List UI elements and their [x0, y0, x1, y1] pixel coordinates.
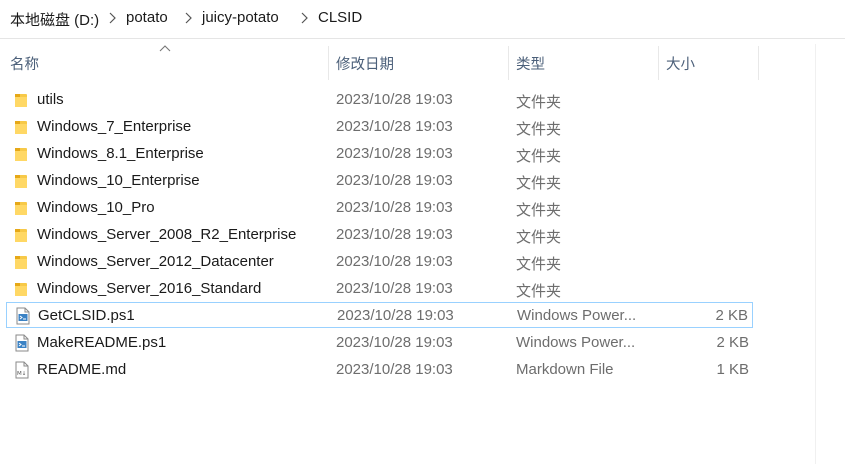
chevron-right-icon: [185, 12, 192, 24]
column-header-name[interactable]: 名称: [10, 53, 39, 74]
column-divider[interactable]: [328, 46, 329, 80]
file-date: 2023/10/28 19:03: [336, 199, 453, 216]
file-name: README.md: [37, 361, 127, 378]
powershell-script-icon: [15, 307, 30, 325]
file-type: 文件夹: [516, 256, 562, 273]
file-date: 2023/10/28 19:03: [336, 172, 453, 189]
svg-text:M↓: M↓: [17, 370, 26, 377]
file-date: 2023/10/28 19:03: [336, 361, 453, 378]
file-date: 2023/10/28 19:03: [336, 91, 453, 108]
powershell-script-icon: [14, 334, 29, 352]
column-header-date[interactable]: 修改日期: [336, 53, 394, 74]
file-type: 文件夹: [516, 283, 562, 300]
folder-icon: [14, 172, 28, 190]
file-name: Windows_Server_2012_Datacenter: [37, 253, 274, 270]
file-size: 2 KB: [715, 307, 748, 324]
pane-divider: [815, 44, 816, 464]
file-name: Windows_10_Pro: [37, 199, 155, 216]
file-row[interactable]: Windows_7_Enterprise 2023/10/28 19:03 文件…: [6, 114, 753, 140]
markdown-file-icon: M↓: [14, 361, 29, 379]
column-divider[interactable]: [658, 46, 659, 80]
file-row-selected[interactable]: GetCLSID.ps1 2023/10/28 19:03 Windows Po…: [6, 302, 753, 328]
folder-icon: [14, 199, 28, 217]
breadcrumb-item-juicy-potato[interactable]: juicy-potato: [202, 9, 279, 26]
folder-icon: [14, 91, 28, 109]
chevron-right-icon: [109, 12, 116, 24]
folder-icon: [14, 253, 28, 271]
breadcrumb: 本地磁盘 (D:) potato juicy-potato CLSID: [0, 0, 845, 39]
file-name: utils: [37, 91, 64, 108]
file-name: Windows_10_Enterprise: [37, 172, 200, 189]
folder-icon: [14, 145, 28, 163]
file-name: Windows_Server_2016_Standard: [37, 280, 262, 297]
file-date: 2023/10/28 19:03: [336, 226, 453, 243]
file-row[interactable]: Windows_Server_2008_R2_Enterprise 2023/1…: [6, 222, 753, 248]
file-row[interactable]: Windows_10_Enterprise 2023/10/28 19:03 文…: [6, 168, 753, 194]
file-date: 2023/10/28 19:03: [336, 253, 453, 270]
file-name: Windows_7_Enterprise: [37, 118, 192, 135]
chevron-right-icon: [301, 12, 308, 24]
file-type: 文件夹: [516, 148, 562, 165]
file-name: MakeREADME.ps1: [37, 334, 167, 351]
file-row[interactable]: utils 2023/10/28 19:03 文件夹: [6, 87, 753, 113]
breadcrumb-item-clsid[interactable]: CLSID: [318, 9, 362, 26]
column-divider[interactable]: [508, 46, 509, 80]
file-date: 2023/10/28 19:03: [336, 118, 453, 135]
file-name: GetCLSID.ps1: [38, 307, 135, 324]
column-divider[interactable]: [758, 46, 759, 80]
folder-icon: [14, 226, 28, 244]
file-row[interactable]: Windows_10_Pro 2023/10/28 19:03 文件夹: [6, 195, 753, 221]
column-header-size[interactable]: 大小: [666, 53, 695, 74]
folder-icon: [14, 118, 28, 136]
file-type: 文件夹: [516, 202, 562, 219]
file-date: 2023/10/28 19:03: [336, 280, 453, 297]
file-type: Windows Power...: [517, 307, 637, 324]
breadcrumb-item-potato[interactable]: potato: [126, 9, 168, 26]
file-row[interactable]: Windows_Server_2016_Standard 2023/10/28 …: [6, 276, 753, 302]
file-date: 2023/10/28 19:03: [336, 334, 453, 351]
file-row[interactable]: M↓ README.md 2023/10/28 19:03 Markdown F…: [6, 357, 753, 383]
file-type: Markdown File: [516, 361, 614, 378]
file-size: 1 KB: [716, 361, 749, 378]
breadcrumb-item-drive[interactable]: 本地磁盘 (D:): [10, 9, 99, 30]
file-row[interactable]: Windows_8.1_Enterprise 2023/10/28 19:03 …: [6, 141, 753, 167]
file-name: Windows_8.1_Enterprise: [37, 145, 204, 162]
file-size: 2 KB: [716, 334, 749, 351]
folder-icon: [14, 280, 28, 298]
file-row[interactable]: Windows_Server_2012_Datacenter 2023/10/2…: [6, 249, 753, 275]
file-name: Windows_Server_2008_R2_Enterprise: [37, 226, 297, 243]
file-type: 文件夹: [516, 175, 562, 192]
file-date: 2023/10/28 19:03: [337, 307, 454, 324]
column-header-row: 名称 修改日期 类型 大小: [0, 40, 845, 80]
file-row[interactable]: MakeREADME.ps1 2023/10/28 19:03 Windows …: [6, 330, 753, 356]
file-date: 2023/10/28 19:03: [336, 145, 453, 162]
file-type: 文件夹: [516, 121, 562, 138]
file-type: 文件夹: [516, 94, 562, 111]
column-header-type[interactable]: 类型: [516, 53, 545, 74]
file-type: 文件夹: [516, 229, 562, 246]
file-type: Windows Power...: [516, 334, 636, 351]
